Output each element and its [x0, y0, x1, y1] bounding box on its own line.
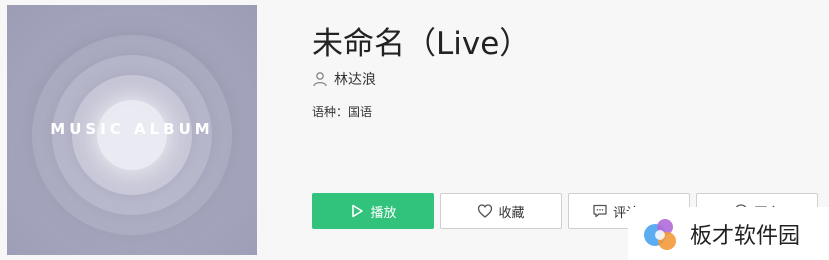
- album-cover[interactable]: MUSIC ALBUM: [7, 5, 257, 255]
- watermark-logo-icon: [644, 218, 676, 250]
- artist-row: 林达浪: [312, 69, 376, 89]
- watermark-text: 板才软件园: [690, 223, 801, 249]
- artist-name-link[interactable]: 林达浪: [334, 69, 376, 89]
- play-icon: [352, 204, 364, 218]
- watermark: 板才软件园: [628, 207, 829, 260]
- play-button[interactable]: 播放: [312, 193, 434, 229]
- person-icon: [313, 72, 327, 87]
- language-row: 语种：国语: [312, 103, 372, 120]
- language-value: 国语: [348, 105, 373, 119]
- heart-icon: [478, 204, 493, 218]
- favorite-button-label: 收藏: [498, 205, 525, 221]
- comment-icon: [593, 204, 607, 218]
- language-label: 语种：: [312, 105, 349, 119]
- play-button-label: 播放: [370, 205, 397, 221]
- cover-text: MUSIC ALBUM: [50, 120, 214, 138]
- favorite-button[interactable]: 收藏: [440, 193, 562, 229]
- album-title: 未命名（Live）: [312, 26, 531, 62]
